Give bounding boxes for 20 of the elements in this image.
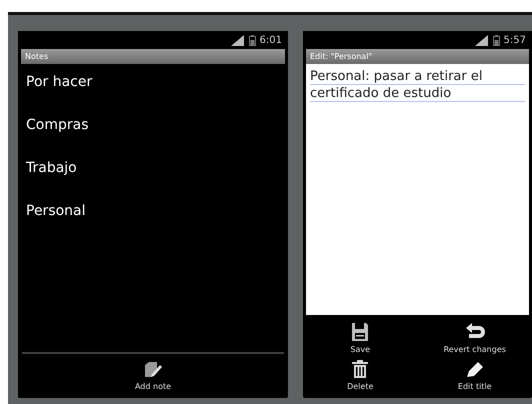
- signal-icon: [230, 34, 245, 46]
- menu-button[interactable]: Edit title: [418, 356, 532, 394]
- note-item[interactable]: Por hacer: [18, 68, 288, 111]
- note-pencil-icon: [143, 361, 163, 379]
- screen-title: Notes: [21, 49, 285, 64]
- screen-title: Edit: "Personal": [306, 49, 529, 64]
- note-item[interactable]: Compras: [18, 111, 288, 154]
- menu-button[interactable]: Revert changes: [418, 319, 532, 356]
- clock-time: 5:57: [504, 34, 526, 46]
- trash-icon: [351, 359, 370, 380]
- menu-button[interactable]: Save: [303, 319, 418, 356]
- signal-icon: [474, 34, 489, 46]
- note-item[interactable]: Trabajo: [18, 154, 288, 197]
- clock-time: 6:01: [260, 34, 282, 46]
- battery-icon: [492, 34, 500, 46]
- battery-icon: [248, 34, 256, 46]
- menu-button[interactable]: Add note: [128, 354, 178, 398]
- note-text-field[interactable]: Personal: pasar a retirar el certificado de estudio: [306, 64, 529, 315]
- note-item[interactable]: Personal: [18, 197, 288, 240]
- menu-button[interactable]: Delete: [303, 356, 418, 394]
